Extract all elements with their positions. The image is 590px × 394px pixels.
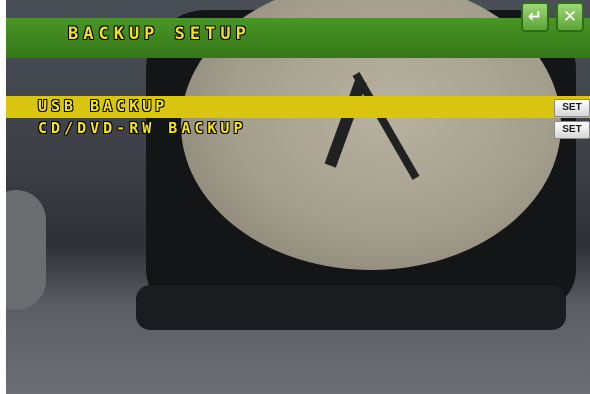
title-bar: BACKUP SETUP [6, 18, 590, 58]
window-title: BACKUP SETUP [68, 24, 251, 44]
close-icon[interactable]: ✕ [556, 2, 584, 32]
clock-base-image [136, 285, 566, 330]
menu-item-label: CD/DVD-RW BACKUP [38, 119, 247, 137]
set-button[interactable]: SET [554, 99, 590, 117]
menu-item-label: USB BACKUP [38, 97, 169, 115]
menu-item-usb-backup[interactable]: USB BACKUP SET [6, 96, 590, 118]
camera-feed-background [6, 0, 590, 394]
background-object [6, 190, 46, 310]
menu-item-cd-dvd-backup[interactable]: CD/DVD-RW BACKUP SET [6, 118, 590, 140]
set-button[interactable]: SET [554, 121, 590, 139]
return-arrow-icon[interactable]: ↵ [521, 2, 549, 32]
